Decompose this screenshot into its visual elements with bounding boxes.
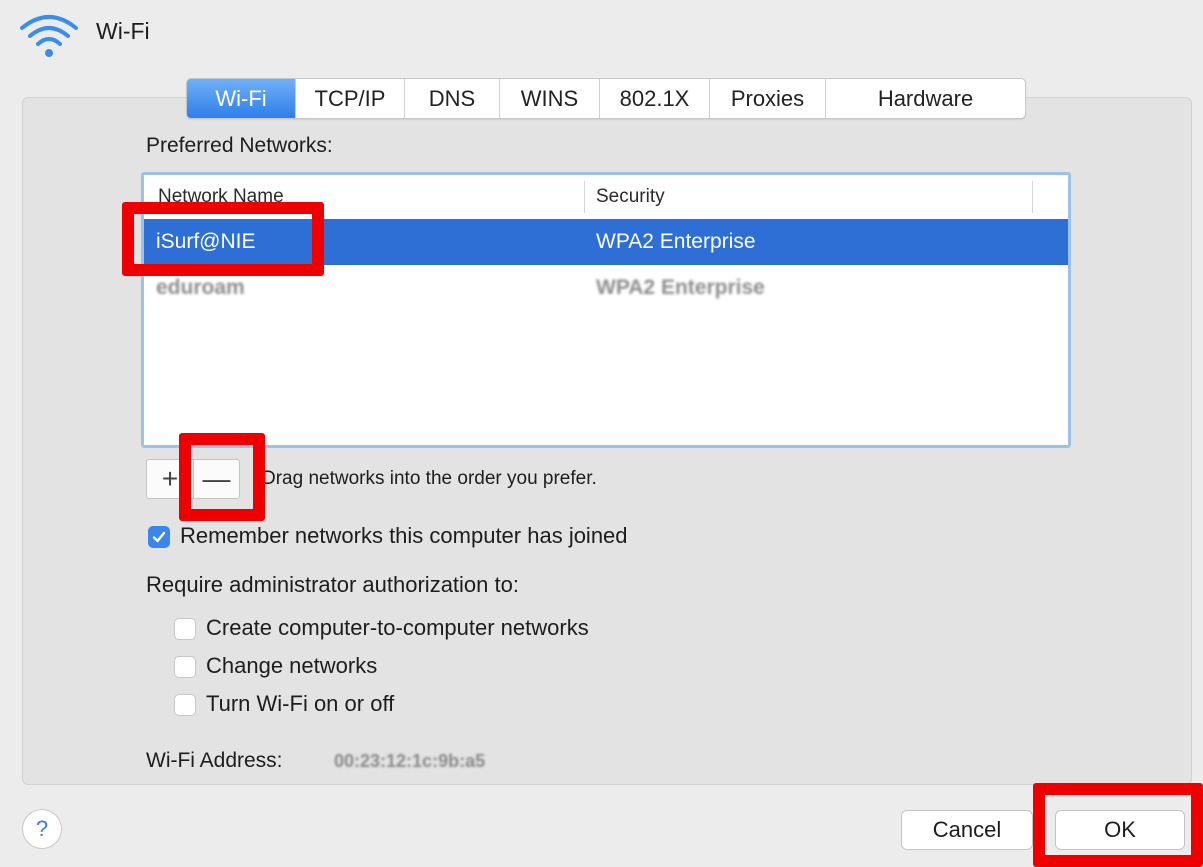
tab-wins[interactable]: WINS	[499, 79, 599, 118]
wifi-address-value: 00:23:12:1c:9b:a5	[334, 751, 486, 771]
wifi-icon	[20, 15, 78, 57]
column-header-security[interactable]: Security	[596, 175, 665, 219]
tab-tcpip[interactable]: TCP/IP	[295, 79, 404, 118]
highlight-box	[1033, 783, 1203, 867]
title-bar: Wi-Fi	[0, 0, 1203, 82]
column-divider	[584, 181, 585, 213]
change-networks-label[interactable]: Change networks	[206, 653, 377, 679]
column-divider	[1032, 181, 1033, 213]
remember-networks-checkbox[interactable]	[148, 526, 170, 548]
turn-wifi-label[interactable]: Turn Wi-Fi on or off	[206, 691, 394, 717]
change-networks-checkbox[interactable]	[174, 656, 196, 678]
tab-wifi[interactable]: Wi-Fi	[187, 79, 295, 118]
preferred-networks-label: Preferred Networks:	[146, 134, 333, 157]
turn-wifi-checkbox[interactable]	[174, 694, 196, 716]
security-cell: WPA2 Enterprise	[596, 276, 765, 299]
cancel-button[interactable]: Cancel	[901, 810, 1033, 850]
tab-bar: Wi-Fi TCP/IP DNS WINS 802.1X Proxies Har…	[186, 78, 1026, 119]
help-button[interactable]: ?	[22, 809, 62, 849]
checkmark-icon	[152, 531, 166, 543]
drag-hint: Drag networks into the order you prefer.	[262, 468, 597, 489]
tab-hardware[interactable]: Hardware	[825, 79, 1025, 118]
window-title: Wi-Fi	[96, 18, 150, 44]
tab-proxies[interactable]: Proxies	[709, 79, 825, 118]
security-cell: WPA2 Enterprise	[596, 230, 756, 253]
tab-dns[interactable]: DNS	[404, 79, 499, 118]
create-networks-label[interactable]: Create computer-to-computer networks	[206, 615, 589, 641]
require-admin-label: Require administrator authorization to:	[146, 572, 519, 597]
tab-8021x[interactable]: 802.1X	[599, 79, 709, 118]
wifi-address-label: Wi-Fi Address:	[146, 749, 283, 772]
remember-networks-label[interactable]: Remember networks this computer has join…	[180, 523, 628, 549]
highlight-box	[122, 202, 324, 276]
create-networks-checkbox[interactable]	[174, 618, 196, 640]
highlight-box	[179, 433, 265, 521]
